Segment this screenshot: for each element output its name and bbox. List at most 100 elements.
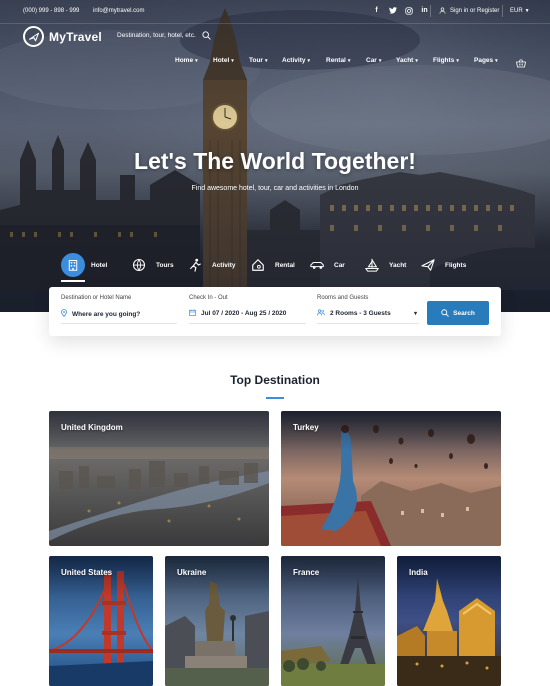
chevron-down-icon: ▾ (231, 57, 234, 64)
destination-name: Turkey (293, 423, 319, 432)
chevron-down-icon: ▾ (347, 57, 351, 64)
tab-label: Tours (156, 261, 174, 269)
nav-item-tour[interactable]: Tour ▾ (249, 57, 282, 64)
yacht-icon (361, 254, 383, 276)
destination-name: France (293, 568, 320, 577)
tab-yacht[interactable]: Yacht (361, 253, 417, 277)
nav-item-label: Home (175, 57, 194, 64)
destination-card-ukraine[interactable]: Ukraine (165, 556, 269, 686)
basket-icon (516, 59, 526, 68)
currency-label: EUR (510, 8, 523, 14)
chevron-down-icon: ▼ (524, 8, 530, 14)
header-search[interactable]: Destination, tour, hotel, etc. (117, 31, 211, 40)
tab-label: Flights (445, 261, 467, 269)
rooms-guests-field[interactable]: Rooms and Guests 2 Rooms - 3 Guests ▾ (317, 287, 419, 336)
header-search-placeholder: Destination, tour, hotel, etc. (117, 32, 196, 39)
top-bar: (000) 999 - 898 - 999 info@mytravel.com … (0, 0, 550, 24)
nav-item-label: Car (366, 57, 377, 64)
cart-button[interactable] (516, 55, 526, 73)
topbar-divider (430, 5, 431, 17)
destination-card-india[interactable]: India (397, 556, 501, 686)
hotel-icon (61, 253, 85, 277)
chevron-down-icon: ▾ (307, 57, 310, 64)
instagram-icon[interactable] (404, 6, 413, 15)
tab-tours[interactable]: Tours (128, 253, 184, 277)
nav-item-label: Activity (282, 57, 306, 64)
activity-icon (184, 254, 206, 276)
brand-name: MyTravel (49, 29, 102, 44)
rooms-guests-select[interactable]: 2 Rooms - 3 Guests ▾ (317, 309, 417, 318)
destination-name: United Kingdom (61, 423, 123, 432)
nav-item-label: Rental (326, 57, 346, 64)
chevron-down-icon: ▾ (413, 311, 417, 317)
nav-item-pages[interactable]: Pages ▾ (474, 57, 508, 64)
destination-card-united-kingdom[interactable]: United Kingdom (49, 411, 269, 546)
brand-logo[interactable]: MyTravel (23, 26, 102, 47)
field-underline (317, 323, 419, 324)
guests-icon (317, 309, 325, 318)
tab-label: Rental (275, 261, 295, 269)
search-form: Destination or Hotel Name Where are you … (49, 287, 501, 336)
tab-car[interactable]: Car (306, 253, 361, 277)
tab-label: Car (334, 261, 345, 269)
destination-label: Destination or Hotel Name (61, 295, 132, 301)
social-links: f in (372, 6, 429, 15)
chevron-down-icon: ▾ (495, 57, 498, 64)
nav-item-home[interactable]: Home ▾ (175, 57, 213, 64)
rental-icon (247, 254, 269, 276)
tab-activity[interactable]: Activity (184, 253, 247, 277)
chevron-down-icon: ▾ (378, 57, 382, 64)
nav-item-label: Yacht (396, 57, 414, 64)
currency-selector[interactable]: EUR ▼ (510, 8, 530, 14)
email-link[interactable]: info@mytravel.com (93, 8, 144, 14)
twitter-icon[interactable] (388, 6, 397, 15)
tab-label: Activity (212, 261, 236, 269)
nav-item-car[interactable]: Car ▾ (366, 57, 396, 64)
search-icon[interactable] (202, 31, 211, 40)
tab-flights[interactable]: Flights (417, 253, 473, 277)
destination-name: Ukraine (177, 568, 207, 577)
topbar-divider (502, 5, 503, 17)
hero-subtitle: Find awesome hotel, tour, car and activi… (191, 185, 359, 192)
destination-card-united-states[interactable]: United States (49, 556, 153, 686)
destination-card-turkey[interactable]: Turkey (281, 411, 501, 546)
nav-item-rental[interactable]: Rental ▾ (326, 57, 366, 64)
nav-item-label: Hotel (213, 57, 230, 64)
logo-icon (23, 26, 44, 47)
tab-hotel[interactable]: Hotel (61, 253, 128, 277)
phone-number[interactable]: (000) 999 - 898 - 999 (23, 8, 79, 14)
dates-input[interactable]: Jul 07 / 2020 - Aug 25 / 2020 (189, 309, 286, 318)
destination-card-france[interactable]: France (281, 556, 385, 686)
dates-label: Check In - Out (189, 295, 228, 301)
search-button-label: Search (453, 309, 475, 317)
destination-name: United States (61, 568, 113, 577)
destination-placeholder: Where are you going? (72, 310, 141, 318)
search-button[interactable]: Search (427, 301, 489, 325)
nav-item-hotel[interactable]: Hotel ▾ (213, 57, 249, 64)
location-pin-icon (61, 309, 67, 319)
chevron-down-icon: ▾ (195, 57, 198, 64)
flights-icon (417, 254, 439, 276)
facebook-icon[interactable]: f (372, 6, 381, 15)
category-tabs: Hotel Tours Activity Rental Car Yacht Fl… (61, 253, 473, 277)
section-divider (266, 397, 284, 399)
signin-link[interactable]: Sign in or Register (439, 7, 499, 14)
search-icon (441, 309, 449, 317)
tab-label: Yacht (389, 261, 407, 269)
car-icon (306, 254, 328, 276)
nav-item-label: Tour (249, 57, 263, 64)
destination-input[interactable]: Where are you going? (61, 309, 140, 319)
tab-rental[interactable]: Rental (247, 253, 306, 277)
hero-title: Let's The World Together! (134, 148, 416, 174)
destination-name: India (409, 568, 428, 577)
chevron-down-icon: ▾ (456, 57, 459, 64)
nav-item-flights[interactable]: Flights ▾ (433, 57, 474, 64)
destination-field[interactable]: Destination or Hotel Name Where are you … (61, 287, 179, 336)
rooms-guests-label: Rooms and Guests (317, 295, 369, 301)
dates-value: Jul 07 / 2020 - Aug 25 / 2020 (201, 310, 287, 317)
linkedin-icon[interactable]: in (420, 6, 429, 15)
nav-item-yacht[interactable]: Yacht ▾ (396, 57, 433, 64)
nav-item-label: Flights (433, 57, 455, 64)
dates-field[interactable]: Check In - Out Jul 07 / 2020 - Aug 25 / … (189, 287, 307, 336)
nav-item-activity[interactable]: Activity ▾ (282, 57, 326, 64)
